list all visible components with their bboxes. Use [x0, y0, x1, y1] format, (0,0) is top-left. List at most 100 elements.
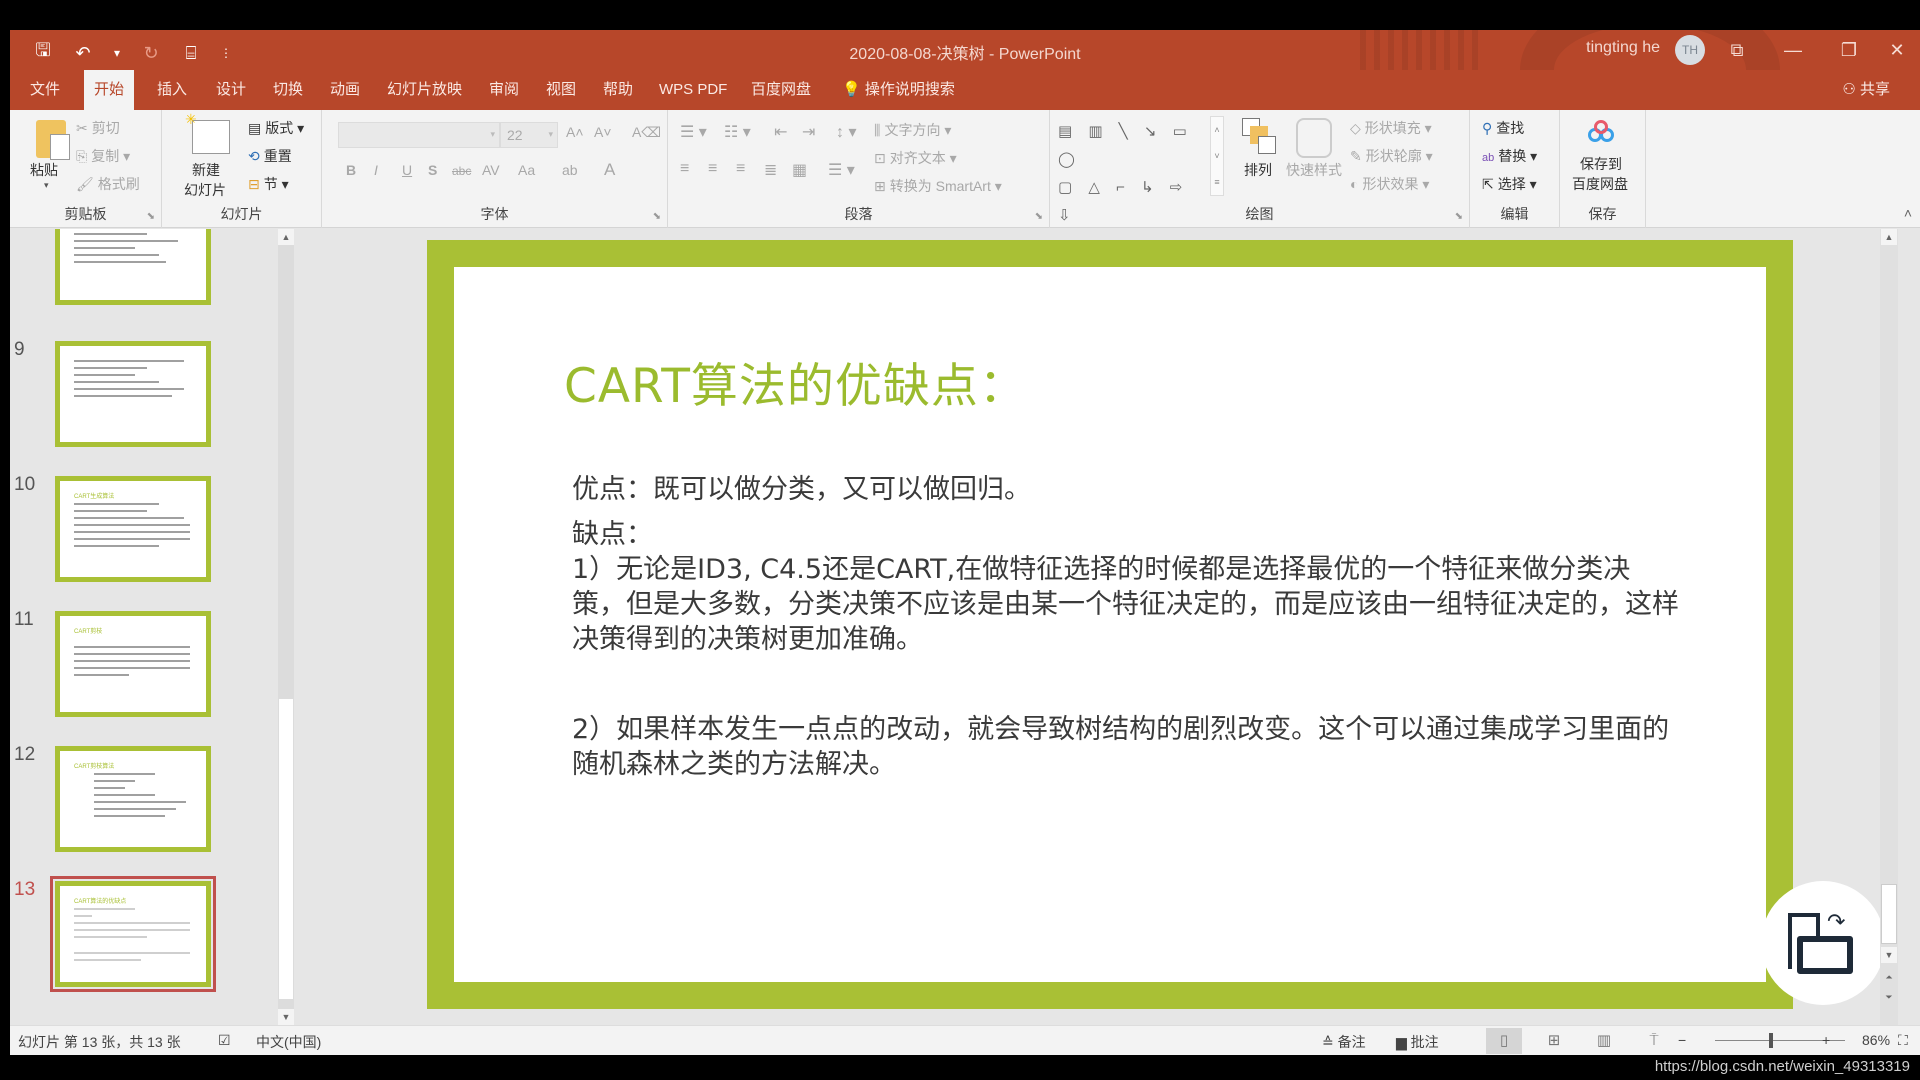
dialog-launcher-icon[interactable]: ⬊: [1455, 211, 1463, 222]
user-name[interactable]: tingting he: [1586, 39, 1660, 57]
scroll-thumb[interactable]: [1881, 884, 1897, 944]
slide-thumbnail[interactable]: CART生成算法: [55, 476, 211, 582]
font-name-select[interactable]: ▾: [338, 122, 500, 148]
highlight-button[interactable]: ab: [562, 162, 578, 178]
shape-outline-button[interactable]: ✎ 形状轮廓 ▾: [1350, 146, 1433, 166]
avatar[interactable]: TH: [1675, 35, 1705, 65]
slide-body-textbox[interactable]: 优点：既可以做分类，又可以做回归。 缺点： 1）无论是ID3, C4.5还是CA…: [572, 472, 1682, 782]
fit-to-window-icon[interactable]: ⛶: [1898, 1032, 1908, 1049]
underline-button[interactable]: U: [402, 162, 412, 178]
decrease-indent-button[interactable]: ⇤: [774, 122, 787, 142]
notes-button[interactable]: ≙ 备注: [1322, 1032, 1366, 1052]
tab-file[interactable]: 文件: [20, 70, 70, 110]
strikethrough-button[interactable]: abc: [452, 164, 471, 178]
change-case-button[interactable]: Aa: [518, 162, 535, 178]
scroll-up-icon[interactable]: ▲: [278, 229, 294, 245]
tab-animations[interactable]: 动画: [320, 70, 370, 110]
cut-button[interactable]: ✂ 剪切: [76, 118, 120, 138]
restore-button[interactable]: ❐: [1834, 36, 1864, 64]
format-painter-button[interactable]: 🖌 格式刷: [76, 174, 140, 194]
smartart-button[interactable]: ⊞ 转换为 SmartArt ▾: [874, 176, 1002, 196]
increase-indent-button[interactable]: ⇥: [802, 122, 815, 142]
bullets-button[interactable]: ☰ ▾: [680, 122, 707, 142]
line-spacing-button[interactable]: ↕ ▾: [836, 122, 856, 142]
shrink-font-button[interactable]: A˅: [594, 124, 612, 140]
justify-button[interactable]: ≣: [764, 160, 777, 180]
find-button[interactable]: ⚲ 查找: [1482, 118, 1524, 138]
zoom-in-button[interactable]: +: [1822, 1032, 1830, 1048]
shapes-gallery-scroll[interactable]: ˄ ˅ ≡: [1210, 116, 1224, 196]
section-button[interactable]: ⊟ 节 ▾: [248, 174, 289, 194]
share-button[interactable]: ⚇ 共享: [1842, 70, 1890, 110]
quick-styles-button[interactable]: 快速样式: [1282, 110, 1352, 210]
slide-title[interactable]: CART算法的优缺点：: [564, 347, 1027, 416]
tab-view[interactable]: 视图: [536, 70, 586, 110]
slide-thumbnail[interactable]: [55, 341, 211, 447]
scroll-down-icon[interactable]: ▼: [278, 1009, 294, 1025]
align-text-button[interactable]: ⊡ 对齐文本 ▾: [874, 148, 957, 168]
shape-effects-button[interactable]: ◐ 形状效果 ▾: [1350, 174, 1429, 194]
reset-button[interactable]: ⟲ 重置: [248, 146, 292, 166]
slide-thumbnail[interactable]: 分类树的生成: [55, 229, 211, 305]
grow-font-button[interactable]: A˄: [566, 124, 584, 140]
copy-button[interactable]: ⎘ 复制 ▾: [76, 146, 130, 166]
tab-wps-pdf[interactable]: WPS PDF: [649, 70, 737, 110]
slide-scrollbar[interactable]: ▲ ▼ ⏶ ⏷: [1880, 229, 1898, 1025]
tab-home[interactable]: 开始: [84, 70, 135, 110]
shape-fill-button[interactable]: ◇ 形状填充 ▾: [1350, 118, 1432, 138]
reading-view-button[interactable]: ▥: [1586, 1028, 1622, 1054]
align-center-button[interactable]: ≡: [708, 160, 717, 178]
slide-thumbnail[interactable]: CART剪枝算法: [55, 746, 211, 852]
dialog-launcher-icon[interactable]: ⬊: [147, 211, 155, 222]
align-left-button[interactable]: ≡: [680, 160, 689, 178]
zoom-level[interactable]: 86%: [1862, 1032, 1890, 1048]
slideshow-button[interactable]: ⍑: [1636, 1028, 1672, 1054]
tab-design[interactable]: 设计: [206, 70, 256, 110]
arrange-button[interactable]: 排列: [1230, 110, 1290, 210]
tab-review[interactable]: 审阅: [479, 70, 529, 110]
dialog-launcher-icon[interactable]: ⬊: [653, 211, 661, 222]
font-color-button[interactable]: A: [604, 160, 615, 180]
align-right-button[interactable]: ≡: [736, 160, 745, 178]
numbering-button[interactable]: ☷ ▾: [724, 122, 751, 142]
tab-transitions[interactable]: 切换: [263, 70, 313, 110]
previous-slide-icon[interactable]: ⏶: [1881, 969, 1897, 985]
spellcheck-icon[interactable]: ☑: [218, 1032, 231, 1049]
scroll-thumb[interactable]: [279, 699, 293, 999]
distributed-button[interactable]: ▦: [792, 160, 807, 180]
comments-button[interactable]: ▆ 批注: [1396, 1032, 1439, 1052]
columns-button[interactable]: ☰ ▾: [828, 160, 855, 180]
slide-thumbnail-selected[interactable]: CART算法的优缺点: [50, 876, 216, 992]
bold-button[interactable]: B: [346, 162, 356, 178]
text-direction-button[interactable]: ⫼ 文字方向 ▾: [874, 120, 951, 140]
zoom-out-button[interactable]: −: [1678, 1032, 1686, 1048]
tab-help[interactable]: 帮助: [593, 70, 643, 110]
tab-insert[interactable]: 插入: [147, 70, 197, 110]
normal-view-button[interactable]: ▯: [1486, 1028, 1522, 1054]
select-button[interactable]: ⇱ 选择 ▾: [1482, 174, 1537, 194]
tell-me-search[interactable]: 💡 操作说明搜索: [832, 70, 965, 110]
minimize-button[interactable]: —: [1778, 36, 1808, 64]
tab-slideshow[interactable]: 幻灯片放映: [377, 70, 472, 110]
character-spacing-button[interactable]: AV: [482, 162, 500, 178]
slide-thumbnail[interactable]: CART剪枝: [55, 611, 211, 717]
scroll-up-icon[interactable]: ▲: [1881, 229, 1897, 245]
scroll-down-icon[interactable]: ▼: [1881, 947, 1897, 963]
slide-sorter-button[interactable]: ⊞: [1536, 1028, 1572, 1054]
replace-button[interactable]: ab 替换 ▾: [1482, 146, 1537, 166]
shadow-button[interactable]: S: [428, 162, 437, 178]
thumbnail-scrollbar[interactable]: ▲ ▼: [278, 229, 294, 1025]
next-slide-icon[interactable]: ⏷: [1881, 989, 1897, 1005]
clear-formatting-button[interactable]: A⌫: [632, 124, 661, 141]
zoom-slider-thumb[interactable]: [1768, 1033, 1773, 1048]
dialog-launcher-icon[interactable]: ⬊: [1035, 211, 1043, 222]
slide-13[interactable]: CART算法的优缺点： 优点：既可以做分类，又可以做回归。 缺点： 1）无论是I…: [454, 267, 1766, 982]
font-size-select[interactable]: 22 ▾: [500, 122, 558, 148]
layout-button[interactable]: ▤ 版式 ▾: [248, 118, 304, 138]
tab-baidu-netdisk[interactable]: 百度网盘: [741, 70, 821, 110]
rotate-screen-button[interactable]: ↷: [1761, 881, 1885, 1005]
ribbon-display-options-icon[interactable]: ⧉: [1722, 36, 1752, 64]
language-indicator[interactable]: 中文(中国): [256, 1032, 321, 1052]
italic-button[interactable]: I: [374, 162, 378, 178]
collapse-ribbon-icon[interactable]: ˄: [1904, 205, 1912, 221]
